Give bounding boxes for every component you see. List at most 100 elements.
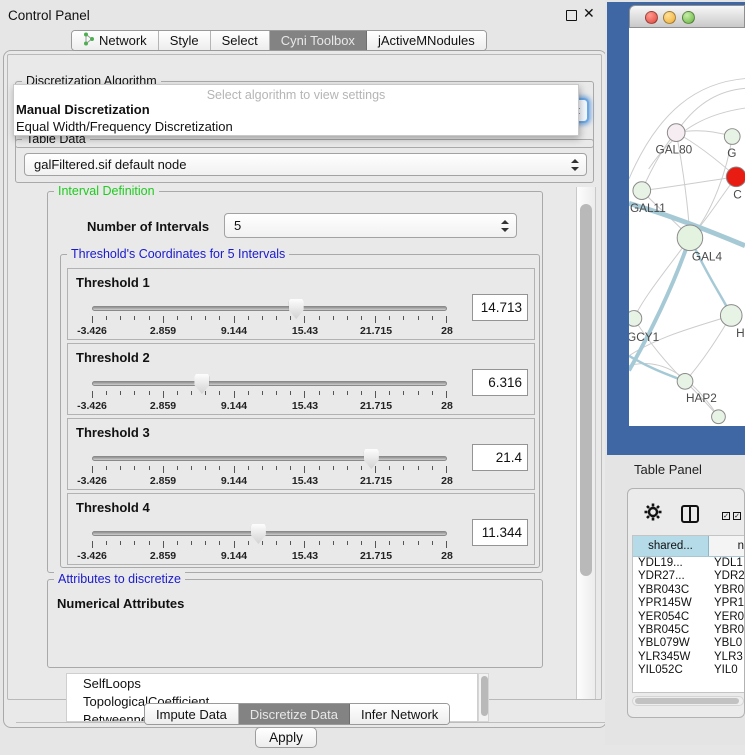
tick-label: 15.43 (292, 475, 318, 487)
tab-network[interactable]: Network (72, 31, 159, 50)
table-row[interactable]: YPR145WYPR1 (633, 597, 744, 610)
combo-arrows-icon (570, 159, 579, 171)
interval-definition-title: Interval Definition (54, 184, 159, 198)
tick-label: 15.43 (292, 550, 318, 562)
close-icon[interactable]: ✕ (583, 5, 595, 22)
tick-label: 28 (441, 475, 453, 487)
table-hscrollbar-thumb[interactable] (635, 698, 739, 704)
threshold-2-value-field[interactable] (472, 369, 528, 396)
threshold-2-panel: Threshold 2 -3.4262.8599.14415.4321.7152… (67, 343, 535, 415)
gear-icon[interactable] (644, 503, 662, 526)
threshold-2-slider[interactable] (92, 381, 447, 386)
top-tabbar: Network Style Select Cyni Toolbox jActiv… (71, 30, 487, 51)
tick-label: 28 (441, 325, 453, 337)
node-gal11[interactable] (633, 182, 651, 200)
slider-tick-labels: -3.4262.8599.14415.4321.71528 (92, 550, 447, 562)
list-scrollbar-thumb[interactable] (481, 676, 488, 716)
column-header-name[interactable]: n (709, 536, 744, 556)
tick-label: 2.859 (150, 475, 176, 487)
split-columns-icon[interactable] (681, 505, 699, 523)
threshold-3-value-field[interactable] (472, 444, 528, 471)
column-header-shared-name[interactable]: shared... (633, 536, 709, 556)
table-panel-card: ✓ ✓ shared... n YDL19...YDL1 YDR27...YDR… (627, 488, 745, 718)
table-header-row: shared... n (633, 536, 744, 557)
node-gal4[interactable] (677, 225, 703, 251)
threshold-4-panel: Threshold 4 -3.4262.8599.14415.4321.7152… (67, 493, 535, 565)
checkbox-icon[interactable]: ✓ (733, 512, 741, 520)
close-traffic-light-icon[interactable] (645, 11, 658, 24)
threshold-3-panel: Threshold 3 -3.4262.8599.14415.4321.7152… (67, 418, 535, 490)
table-row[interactable]: YDR27...YDR2 (633, 570, 744, 583)
node-label: GAL11 (630, 202, 666, 215)
table-toolbar: ✓ ✓ (628, 489, 744, 533)
network-window-titlebar[interactable] (629, 5, 745, 28)
maximize-traffic-light-icon[interactable] (682, 11, 695, 24)
slider-tick-labels: -3.4262.8599.14415.4321.71528 (92, 400, 447, 412)
network-graph: GAL80 G C GAL11 GAL4 GCY1 H HAP2 (629, 28, 745, 426)
numerical-attributes-label: Numerical Attributes (57, 596, 184, 611)
right-column: GAL80 G C GAL11 GAL4 GCY1 H HAP2 Table P… (605, 0, 745, 745)
tab-infer-network[interactable]: Infer Network (350, 704, 449, 724)
table-row[interactable]: YBL079WYBL0 (633, 637, 744, 650)
node-label: HAP2 (686, 392, 717, 405)
combo-arrows-icon (500, 220, 509, 232)
tick-label: 21.715 (360, 550, 392, 562)
threshold-1-slider[interactable] (92, 306, 447, 311)
tick-label: 21.715 (360, 475, 392, 487)
threshold-2-label: Threshold 2 (76, 350, 150, 365)
threshold-4-slider[interactable] (92, 531, 447, 536)
tick-label: 2.859 (150, 400, 176, 412)
table-row[interactable]: YLR345WYLR3 (633, 651, 744, 664)
dropdown-item-equal-width[interactable]: Equal Width/Frequency Discretization (14, 119, 578, 136)
tab-style[interactable]: Style (159, 31, 211, 50)
checkbox-icon[interactable]: ✓ (722, 512, 730, 520)
cyni-panel: Discretization Algorithm Select algorith… (7, 54, 602, 700)
tick-label: 15.43 (292, 325, 318, 337)
tab-cyni-toolbox[interactable]: Cyni Toolbox (270, 31, 367, 50)
float-window-icon[interactable] (566, 10, 577, 21)
tick-label: -3.426 (77, 400, 107, 412)
minimize-traffic-light-icon[interactable] (663, 11, 676, 24)
slider-ticks (92, 466, 447, 474)
threshold-3-label: Threshold 3 (76, 425, 150, 440)
attributes-group: Attributes to discretize Numerical Attri… (47, 579, 543, 668)
number-of-intervals-value: 5 (234, 218, 241, 233)
node-gal80[interactable] (667, 124, 685, 142)
dropdown-hint[interactable]: Select algorithm to view settings (14, 85, 578, 102)
node-red-selected[interactable] (726, 167, 745, 187)
node-label: GAL4 (692, 250, 723, 263)
table-row[interactable]: YBR045CYBR0 (633, 624, 744, 637)
number-of-intervals-combobox[interactable]: 5 (224, 213, 517, 238)
node-label: H (736, 327, 745, 340)
list-item[interactable]: SelfLoops (67, 674, 477, 692)
node-hap2[interactable] (677, 373, 693, 389)
table-data-combobox[interactable]: galFiltered.sif default node (24, 153, 587, 176)
panel-scrollbar-thumb[interactable] (580, 204, 592, 576)
tab-impute-data[interactable]: Impute Data (145, 704, 239, 724)
node-bottom-partial[interactable] (712, 410, 726, 424)
tab-discretize-data[interactable]: Discretize Data (239, 704, 350, 724)
tick-label: 9.144 (221, 550, 247, 562)
dropdown-item-manual[interactable]: Manual Discretization (14, 102, 578, 119)
table-row[interactable]: YER054CYER0 (633, 611, 744, 624)
tab-select[interactable]: Select (211, 31, 270, 50)
node-h[interactable] (720, 305, 742, 327)
table-row[interactable]: YBR043CYBR0 (633, 584, 744, 597)
threshold-4-value-field[interactable] (472, 519, 528, 546)
tab-jactivemnodules[interactable]: jActiveMNodules (367, 31, 486, 50)
table-hscrollbar[interactable] (632, 696, 744, 706)
list-scrollbar[interactable] (478, 673, 489, 722)
node-label: GCY1 (629, 331, 659, 344)
node-top-right[interactable] (724, 129, 740, 145)
slider-tick-labels: -3.4262.8599.14415.4321.71528 (92, 475, 447, 487)
network-canvas[interactable]: GAL80 G C GAL11 GAL4 GCY1 H HAP2 (629, 28, 745, 426)
table-row[interactable]: YIL052CYIL0 (633, 664, 744, 677)
panel-scrollbar[interactable] (576, 187, 596, 699)
attributes-title: Attributes to discretize (54, 572, 185, 586)
tick-label: 21.715 (360, 325, 392, 337)
threshold-3-slider[interactable] (92, 456, 447, 461)
table-panel-title: Table Panel (634, 462, 702, 477)
table-row[interactable]: YDL19...YDL1 (633, 557, 744, 570)
node-gcy1[interactable] (629, 311, 642, 327)
threshold-1-value-field[interactable] (472, 294, 528, 321)
